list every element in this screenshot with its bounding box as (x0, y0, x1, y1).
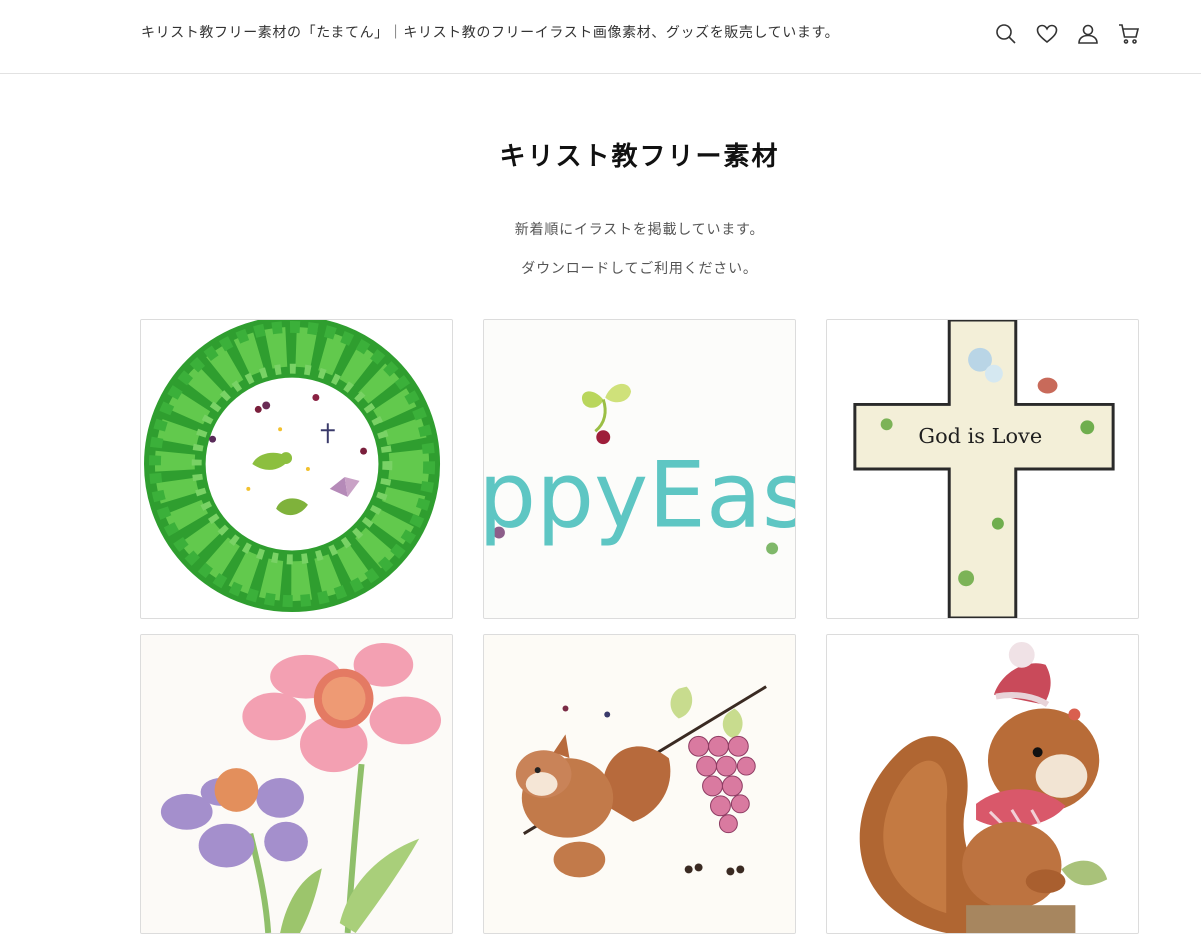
squirrel-with-grapes-illustration[interactable] (483, 634, 796, 934)
header-icon-group (994, 22, 1141, 46)
wreath-with-birds-illustration[interactable] (140, 319, 453, 619)
site-title[interactable]: キリスト教フリー素材の「たまてん」｜キリスト教のフリーイラスト画像素材、グッズを… (141, 22, 839, 42)
illustration-grid: ppyEas God is Love (140, 319, 1139, 934)
account-icon[interactable] (1076, 22, 1100, 46)
squirrel-with-hat-illustration[interactable] (826, 634, 1139, 934)
intro-text-line-2: ダウンロードしてご利用ください。 (521, 261, 758, 277)
god-is-love-cross-illustration[interactable]: God is Love (826, 319, 1139, 619)
page-title: キリスト教フリー素材 (499, 142, 780, 172)
site-header: キリスト教フリー素材の「たまてん」｜キリスト教のフリーイラスト画像素材、グッズを… (0, 0, 1201, 74)
happy-easter-lettering-illustration[interactable]: ppyEas (483, 319, 796, 619)
search-icon[interactable] (994, 22, 1018, 46)
cart-icon[interactable] (1117, 22, 1141, 46)
easter-lettering-text: ppyEas (484, 442, 795, 549)
intro-text-line-1: 新着順にイラストを掲載しています。 (514, 222, 765, 238)
heart-icon[interactable] (1035, 22, 1059, 46)
pink-purple-flowers-illustration[interactable] (140, 634, 453, 934)
cross-text: God is Love (918, 424, 1042, 448)
